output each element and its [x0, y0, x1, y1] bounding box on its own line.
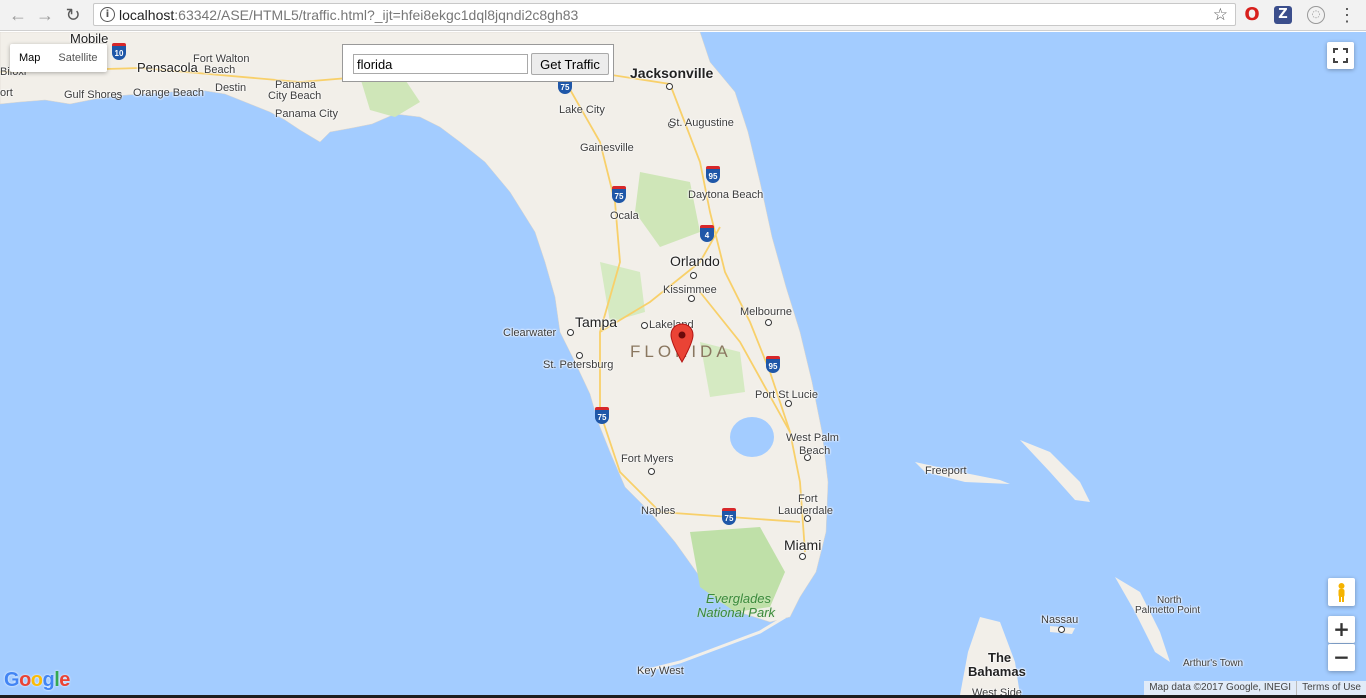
- label-national-park: National Park: [697, 605, 776, 620]
- fullscreen-icon: [1333, 48, 1348, 63]
- map-type-map-button[interactable]: Map: [10, 44, 49, 72]
- traffic-search-panel: Get Traffic: [342, 44, 614, 82]
- label-ort: ort: [0, 87, 13, 99]
- label-nassau: Nassau: [1041, 614, 1079, 626]
- label-pensacola: Pensacola: [137, 60, 198, 75]
- eleuthera: [1115, 577, 1170, 662]
- label-ocala: Ocala: [610, 210, 639, 222]
- map-dot: [688, 295, 695, 302]
- map-dot: [690, 272, 697, 279]
- get-traffic-button[interactable]: Get Traffic: [531, 53, 609, 75]
- bookmark-star-icon[interactable]: ☆: [1213, 5, 1228, 25]
- label-st-petersburg: St. Petersburg: [543, 359, 614, 371]
- location-search-input[interactable]: [353, 54, 528, 74]
- google-logo[interactable]: Google: [4, 669, 70, 692]
- map-dot: [576, 352, 583, 359]
- i75-shield-icon: 75: [612, 186, 626, 203]
- label-arthurs-town: Arthur's Town: [1183, 658, 1244, 669]
- label-port-st-lucie: Port St Lucie: [755, 389, 818, 401]
- map-dot: [765, 319, 772, 326]
- label-panama-city: Panama City: [275, 108, 338, 120]
- label-palmetto-point: Palmetto Point: [1135, 605, 1201, 616]
- street-view-button[interactable]: [1328, 578, 1355, 606]
- label-freeport: Freeport: [925, 465, 967, 477]
- label-the: The: [988, 650, 1012, 665]
- label-fort: Fort: [798, 493, 818, 505]
- map-dot: [641, 322, 648, 329]
- label-st-augustine: St. Augustine: [669, 117, 734, 129]
- label-bahamas: Bahamas: [968, 664, 1026, 679]
- abaco: [1020, 440, 1090, 502]
- pegman-icon: [1338, 583, 1345, 602]
- location-marker-icon[interactable]: [670, 323, 694, 363]
- label-melbourne: Melbourne: [740, 306, 792, 318]
- menu-icon[interactable]: ⋮: [1337, 3, 1357, 27]
- map-attribution: Map data ©2017 Google, INEGI Terms of Us…: [1144, 681, 1366, 695]
- i95-shield-icon: 95: [766, 356, 780, 373]
- i75-shield-icon: 75: [595, 407, 609, 424]
- label-gainesville: Gainesville: [580, 142, 634, 154]
- circle-extension-icon[interactable]: ◌: [1307, 6, 1325, 24]
- label-clearwater: Clearwater: [503, 327, 557, 339]
- zoom-in-button[interactable]: +: [1328, 616, 1355, 643]
- label-lake-city: Lake City: [559, 104, 605, 116]
- label-destin: Destin: [215, 82, 247, 94]
- map-dot: [785, 400, 792, 407]
- map-canvas[interactable]: Mobile Biloxi ort Pensacola Fort Walton …: [0, 32, 1366, 695]
- i4-shield-icon: 4: [700, 225, 714, 242]
- reload-icon[interactable]: ↻: [63, 5, 83, 25]
- opera-extension-icon[interactable]: O: [1243, 6, 1261, 24]
- fullscreen-button[interactable]: [1327, 42, 1354, 69]
- label-fort-myers: Fort Myers: [621, 453, 674, 465]
- address-bar[interactable]: i localhost:63342/ASE/HTML5/traffic.html…: [93, 3, 1236, 26]
- i10-shield-icon: 10: [112, 43, 126, 60]
- z-extension-icon[interactable]: Z: [1274, 6, 1292, 24]
- info-icon[interactable]: i: [100, 7, 115, 22]
- label-kissimmee: Kissimmee: [663, 284, 717, 296]
- zoom-out-button[interactable]: −: [1328, 644, 1355, 671]
- label-everglades: Everglades: [706, 591, 772, 606]
- forward-arrow-icon[interactable]: →: [35, 5, 55, 25]
- i95-shield-icon: 95: [706, 166, 720, 183]
- florida-keys: [639, 615, 786, 674]
- map-dot: [799, 553, 806, 560]
- map-dot: [1058, 626, 1065, 633]
- label-west-palm: West Palm: [786, 432, 839, 444]
- label-panama-city-beach-2: City Beach: [268, 90, 322, 102]
- map-dot: [648, 468, 655, 475]
- label-orlando: Orlando: [670, 253, 720, 269]
- label-orange-beach: Orange Beach: [133, 87, 204, 99]
- map-type-satellite-button[interactable]: Satellite: [49, 44, 106, 72]
- label-west-side: West Side: [972, 687, 1022, 695]
- label-key-west: Key West: [637, 665, 684, 677]
- label-miami: Miami: [784, 537, 822, 553]
- back-arrow-icon[interactable]: ←: [8, 5, 28, 25]
- label-tampa: Tampa: [575, 314, 618, 330]
- map-type-control: Map Satellite: [10, 44, 107, 72]
- label-daytona-beach: Daytona Beach: [688, 189, 764, 201]
- label-jacksonville: Jacksonville: [630, 65, 714, 81]
- map-data-text: Map data ©2017 Google, INEGI: [1149, 682, 1292, 693]
- label-fort-walton-beach: Beach: [204, 64, 236, 76]
- lake-okeechobee: [730, 417, 774, 457]
- map-dot: [666, 83, 673, 90]
- map-dot: [567, 329, 574, 336]
- label-gulf-shores: Gulf Shores: [64, 89, 123, 101]
- label-naples: Naples: [641, 505, 676, 517]
- browser-toolbar: ← → ↻ i localhost:63342/ASE/HTML5/traffi…: [0, 0, 1366, 31]
- label-lauderdale: Lauderdale: [778, 505, 834, 517]
- i75-shield-icon: 75: [722, 508, 736, 525]
- label-west-palm-beach: Beach: [799, 445, 831, 457]
- terms-of-use-link[interactable]: Terms of Use: [1296, 681, 1366, 695]
- url-text[interactable]: localhost:63342/ASE/HTML5/traffic.html?_…: [119, 7, 578, 23]
